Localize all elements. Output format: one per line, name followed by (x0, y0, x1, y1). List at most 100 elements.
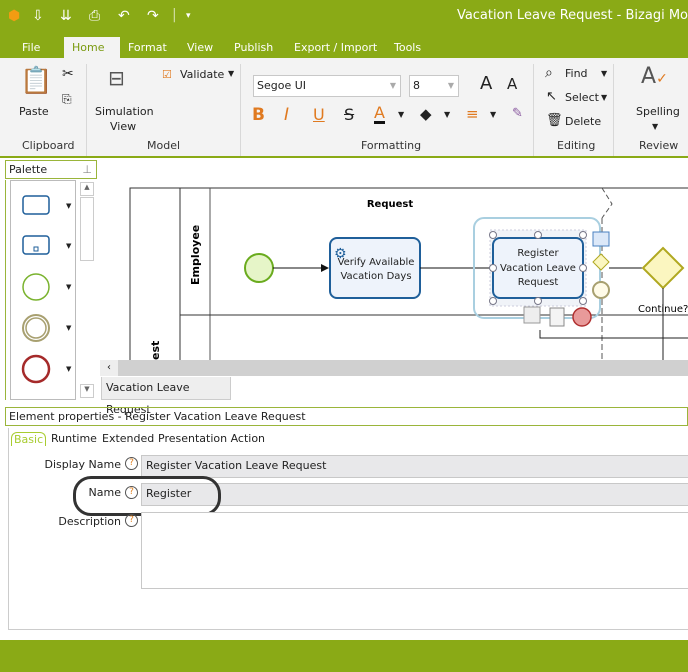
tab-basic[interactable]: Basic (11, 432, 47, 446)
simulation-icon[interactable]: ⊟ (108, 66, 125, 90)
group-model: Model (147, 139, 181, 152)
bizagi-logo-icon: ⬢ (8, 8, 21, 24)
scroll-down-icon[interactable]: ▼ (80, 384, 94, 398)
spelling-dropdown[interactable]: ▼ (652, 122, 658, 131)
task-verify-line1: Verify Available (338, 257, 415, 268)
validate-dropdown[interactable]: ▼ (228, 69, 234, 78)
task-register-line1: Register (517, 248, 559, 259)
cut-icon[interactable]: ✂ (62, 66, 74, 82)
grow-font-icon[interactable]: A (480, 73, 492, 94)
tab-extended[interactable]: Extended (102, 432, 154, 445)
tab-export-import[interactable]: Export / Import (286, 37, 385, 58)
underline-icon[interactable]: U (313, 105, 325, 124)
pin-icon[interactable]: ⊥ (82, 161, 92, 178)
customize-icon[interactable]: ▾ (186, 7, 191, 25)
select-dropdown[interactable]: ▼ (601, 93, 607, 102)
gateway-continue[interactable] (641, 246, 685, 290)
copy-icon[interactable]: ⎘ (62, 92, 72, 107)
print-icon[interactable]: ⎙ (89, 7, 100, 25)
select-button[interactable]: Select (565, 91, 599, 104)
display-name-label: Display Name (44, 458, 122, 471)
palette: ▼ ▼ ▼ ▼ ▼ ▲ ▼ (5, 180, 97, 400)
fill-color-icon[interactable]: ◆ (420, 105, 432, 123)
tab-publish[interactable]: Publish (226, 37, 281, 58)
clear-format-icon[interactable]: ✎ (512, 106, 523, 121)
tab-home[interactable]: Home (64, 37, 120, 58)
simulation-button[interactable]: Simulation (95, 105, 154, 118)
status-bar (0, 640, 688, 672)
save-icon[interactable]: ⇩ (32, 7, 44, 25)
help-icon[interactable]: ? (125, 457, 138, 470)
font-color-icon[interactable]: A (374, 104, 385, 124)
name-field[interactable]: Register (141, 483, 688, 506)
font-family-select[interactable]: Segoe UI ▼ (253, 75, 401, 97)
save-as-icon[interactable]: ⇊ (60, 7, 72, 25)
align-dropdown[interactable]: ▼ (490, 110, 496, 119)
quick-event-icon[interactable] (592, 281, 610, 299)
shrink-font-icon[interactable]: A (507, 75, 517, 93)
lane-2-label[interactable]: est (149, 341, 162, 360)
tab-presentation-action[interactable]: Presentation Action (158, 432, 265, 445)
strikethrough-icon[interactable]: S (344, 105, 354, 124)
group-formatting: Formatting (361, 139, 422, 152)
service-gear-icon: ⚙ (334, 246, 347, 262)
delete-button[interactable]: Delete (565, 115, 601, 128)
diagram-canvas[interactable]: Request Employee est Verify Available Vac… (100, 160, 688, 360)
quick-end-event-icon[interactable] (572, 307, 592, 327)
quick-task-icon[interactable] (592, 231, 610, 247)
spelling-icon[interactable]: A✓ (641, 64, 668, 89)
select-icon[interactable]: ↖ (546, 89, 557, 104)
scroll-left-icon[interactable]: ‹ (100, 360, 118, 376)
palette-title: Palette (9, 163, 48, 176)
group-review: Review (639, 139, 679, 152)
gateway-label: Continue? (638, 304, 688, 315)
task-shape-icon (22, 195, 50, 215)
spelling-button[interactable]: Spelling (636, 105, 680, 118)
align-icon[interactable]: ≡ (466, 105, 479, 123)
fill-color-dropdown[interactable]: ▼ (444, 110, 450, 119)
help-icon[interactable]: ? (125, 514, 138, 527)
tab-view[interactable]: View (179, 37, 221, 58)
font-color-dropdown[interactable]: ▼ (398, 110, 404, 119)
lane-employee[interactable]: Employee (189, 225, 202, 285)
quick-gateway-icon[interactable] (592, 253, 610, 271)
validate-button[interactable]: Validate (180, 68, 224, 81)
description-label: Description (58, 515, 121, 528)
intermediate-event-icon (22, 314, 50, 342)
redo-icon[interactable]: ↷ (147, 7, 159, 25)
scroll-up-icon[interactable]: ▲ (80, 182, 94, 196)
display-name-field[interactable]: Register Vacation Leave Request (141, 455, 688, 478)
document-tab[interactable]: Vacation Leave Request (101, 377, 231, 416)
svg-text:▼: ▼ (66, 283, 72, 291)
quick-data-object-icon[interactable] (549, 307, 565, 327)
canvas-horizontal-scrollbar[interactable]: ‹ (100, 360, 688, 376)
svg-text:▼: ▼ (66, 202, 72, 210)
description-field[interactable] (141, 512, 688, 589)
svg-text:▼: ▼ (66, 324, 72, 332)
start-event[interactable] (244, 253, 274, 283)
quick-annotation-icon[interactable] (523, 306, 541, 324)
paste-button[interactable]: Paste (19, 105, 49, 118)
window-title: Vacation Leave Request - Bizagi Mo (456, 8, 688, 23)
bold-icon[interactable]: B (252, 105, 265, 125)
tab-file[interactable]: File (14, 37, 48, 58)
simulation-label: View (110, 120, 137, 133)
tab-runtime[interactable]: Runtime (51, 432, 97, 445)
find-button[interactable]: Find (565, 67, 588, 80)
palette-header: Palette ⊥ (5, 160, 97, 179)
paste-icon[interactable]: 📋 (20, 66, 52, 96)
properties-panel: Basic Runtime Extended Presentation Acti… (8, 428, 688, 630)
tab-format[interactable]: Format (120, 37, 175, 58)
undo-icon[interactable]: ↶ (118, 7, 130, 25)
scroll-thumb[interactable] (80, 197, 94, 261)
palette-scrollbar[interactable]: ▲ ▼ (80, 182, 94, 398)
end-event-icon (21, 354, 51, 384)
phase-label: Request (367, 199, 413, 210)
italic-icon[interactable]: I (284, 105, 289, 125)
delete-icon[interactable]: 🗑 (546, 113, 563, 128)
find-dropdown[interactable]: ▼ (601, 69, 607, 78)
find-icon[interactable]: ⌕ (545, 65, 553, 81)
tab-tools[interactable]: Tools (386, 37, 429, 58)
validate-icon[interactable]: ☑ (162, 68, 172, 81)
font-size-select[interactable]: 8 ▼ (409, 75, 459, 97)
